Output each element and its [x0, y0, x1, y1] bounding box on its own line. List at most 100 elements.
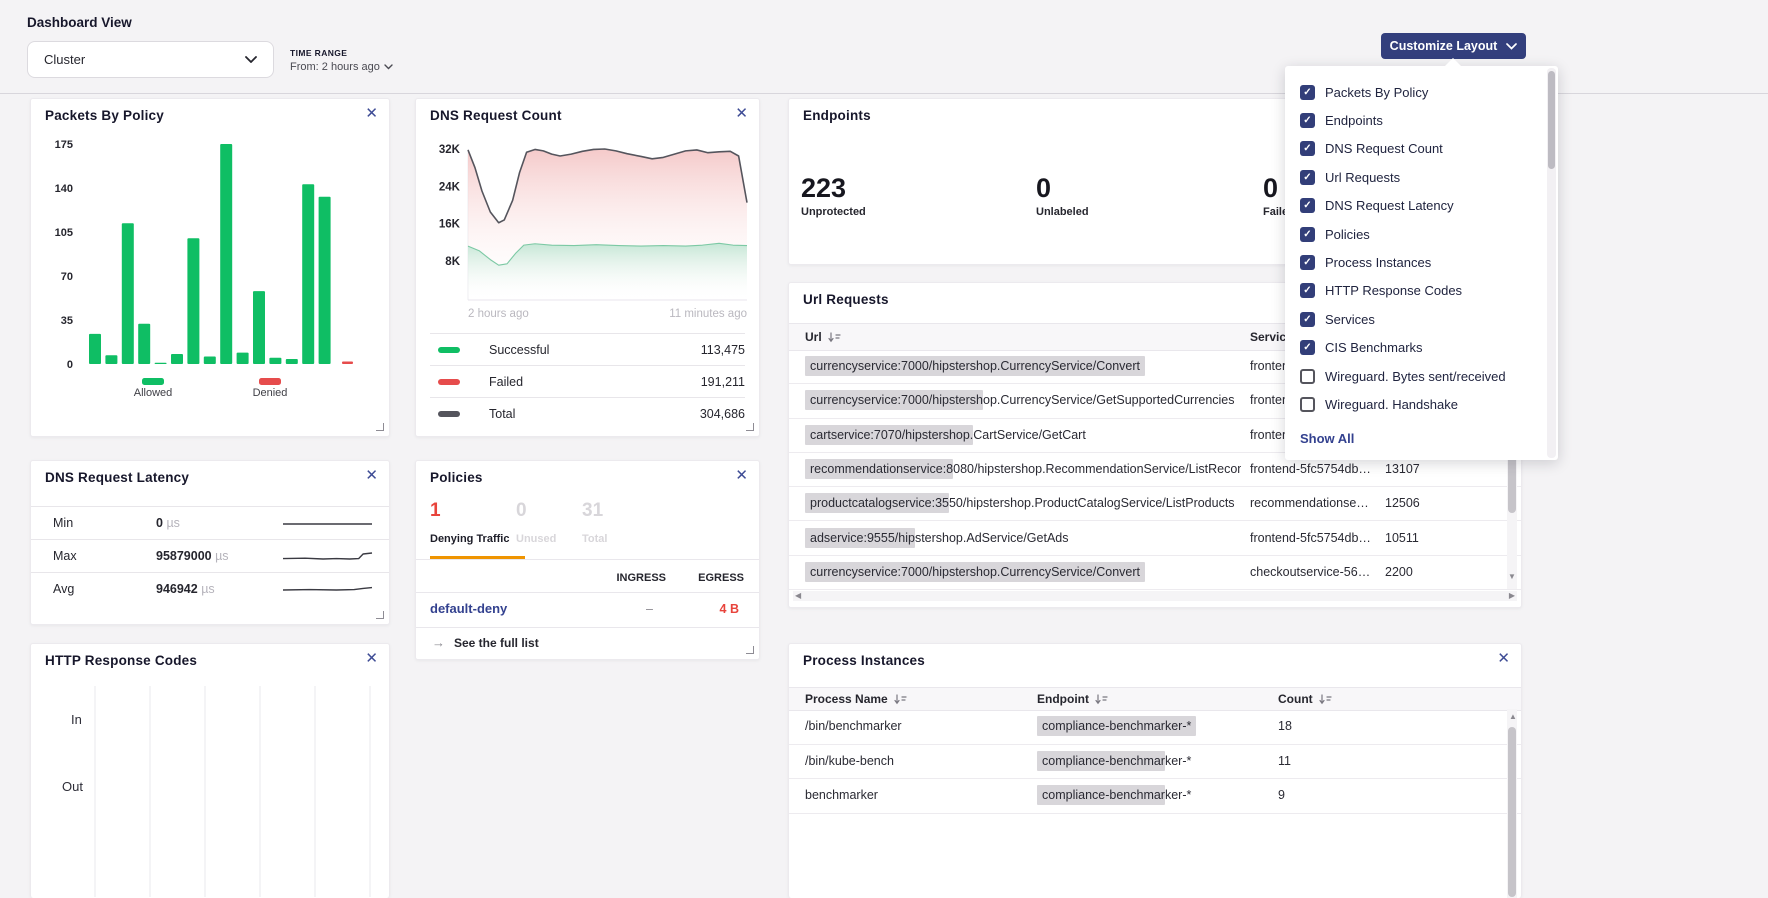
close-icon[interactable]: ✕ [365, 106, 378, 121]
close-icon[interactable]: ✕ [365, 651, 378, 666]
column-header-endpoint[interactable]: Endpoint [1037, 688, 1108, 710]
menu-item-label: HTTP Response Codes [1325, 283, 1462, 298]
view-select[interactable]: Cluster [27, 41, 274, 78]
resize-handle-icon[interactable] [746, 423, 754, 431]
menu-item-dns-request-latency[interactable]: ✓DNS Request Latency [1300, 192, 1454, 220]
menu-item-url-requests[interactable]: ✓ Url Requests [1300, 163, 1400, 191]
legend-label: Total [489, 407, 515, 421]
url-cell: currencyservice:7000/hipstershop.Currenc… [805, 383, 1241, 417]
latency-unit: µs [166, 516, 179, 530]
stat-label: Total [582, 533, 607, 545]
divider [416, 627, 759, 628]
view-select-value: Cluster [44, 52, 85, 67]
checkbox-checked-icon[interactable]: ✓ [1300, 170, 1315, 185]
see-full-list-link[interactable]: → See the full list [432, 635, 539, 650]
checkbox-checked-icon[interactable]: ✓ [1300, 85, 1315, 100]
scroll-left-icon[interactable]: ◀ [795, 592, 801, 600]
endpoint-highlight: compliance-benchmar [1037, 785, 1165, 805]
menu-item-endpoints[interactable]: ✓Endpoints [1300, 106, 1383, 134]
menu-item-process-instances[interactable]: ✓Process Instances [1300, 248, 1431, 276]
menu-item-label: Url Requests [1325, 170, 1400, 185]
checkbox-checked-icon[interactable]: ✓ [1300, 113, 1315, 128]
policy-link[interactable]: default-deny [430, 601, 507, 616]
stat-label: Unused [516, 533, 556, 545]
close-icon[interactable]: ✕ [735, 106, 748, 121]
svg-text:2 hours ago: 2 hours ago [468, 308, 529, 320]
time-range[interactable]: TIME RANGE From: 2 hours ago [290, 48, 393, 73]
policy-stat-denying-traffic[interactable]: 1Denying Traffic [430, 501, 509, 545]
url-request-row[interactable]: adservice:9555/hipstershop.AdService/Get… [789, 521, 1521, 556]
process-name-cell: /bin/kube-bench [805, 744, 1025, 779]
policy-stat-total[interactable]: 31Total [582, 501, 607, 545]
menu-item-dns-request-count[interactable]: ✓ DNS Request Count [1300, 135, 1443, 163]
menu-item-wireguard-bytes-sent-received[interactable]: Wireguard. Bytes sent/received [1300, 362, 1506, 390]
menu-item-label: DNS Request Count [1325, 141, 1443, 156]
checkbox-unchecked-icon[interactable] [1300, 397, 1315, 412]
count-cell: 2200 [1385, 555, 1445, 589]
vertical-scrollbar[interactable]: ▲ [1507, 709, 1517, 898]
scroll-right-icon[interactable]: ▶ [1509, 592, 1515, 600]
menu-item-services[interactable]: ✓Services [1300, 305, 1375, 333]
policy-egress-value: 4 B [720, 602, 739, 616]
sort-icon[interactable] [1095, 694, 1108, 705]
close-icon[interactable]: ✕ [735, 468, 748, 483]
menu-item-http-response-codes[interactable]: ✓ HTTP Response Codes [1300, 277, 1462, 305]
menu-item-policies[interactable]: ✓Policies [1300, 220, 1370, 248]
latency-unit: µs [201, 582, 214, 596]
card-policies: Policies ✕ 1Denying Traffic0Unused31Tota… [415, 460, 760, 660]
checkbox-checked-icon[interactable]: ✓ [1300, 340, 1315, 355]
resize-handle-icon[interactable] [376, 611, 384, 619]
resize-handle-icon[interactable] [376, 423, 384, 431]
checkbox-checked-icon[interactable]: ✓ [1300, 255, 1315, 270]
url-request-row[interactable]: productcatalogservice:3550/hipstershop.P… [789, 486, 1521, 521]
sort-icon[interactable] [1319, 694, 1332, 705]
egress-header: EGRESS [698, 572, 744, 584]
endpoint-rest: ker-* [1165, 788, 1191, 802]
close-icon[interactable]: ✕ [1497, 651, 1510, 666]
url-rest: 50/hipstershop.ProductCatalogService/Lis… [949, 496, 1235, 510]
scroll-up-icon[interactable]: ▲ [1509, 713, 1517, 721]
sort-icon[interactable] [828, 332, 841, 343]
customize-layout-label: Customize Layout [1390, 39, 1498, 53]
checkbox-checked-icon[interactable]: ✓ [1300, 283, 1315, 298]
latency-value: 95879000 µs [156, 549, 229, 563]
legend-label: Failed [489, 375, 523, 389]
process-instance-row[interactable]: /bin/kube-benchcompliance-benchmarker-*1… [789, 744, 1521, 780]
checkbox-checked-icon[interactable]: ✓ [1300, 227, 1315, 242]
checkbox-checked-icon[interactable]: ✓ [1300, 141, 1315, 156]
checkbox-unchecked-icon[interactable] [1300, 369, 1315, 384]
column-header-process-name[interactable]: Process Name [805, 688, 907, 710]
scroll-down-icon[interactable]: ▼ [1508, 573, 1516, 581]
legend-value: 304,686 [700, 407, 745, 421]
process-instance-row[interactable]: benchmarkercompliance-benchmarker-*9 [789, 778, 1521, 814]
checkbox-checked-icon[interactable]: ✓ [1300, 312, 1315, 327]
latency-row-min: Min0 µs [31, 506, 389, 540]
menu-item-wireguard-handshake[interactable]: Wireguard. Handshake [1300, 390, 1458, 418]
close-icon[interactable]: ✕ [365, 468, 378, 483]
policy-stat-unused[interactable]: 0Unused [516, 501, 556, 545]
column-header-count[interactable]: Count [1278, 688, 1332, 710]
menu-scrollbar[interactable] [1547, 68, 1556, 458]
process-instance-row[interactable]: /bin/benchmarkercompliance-benchmarker-*… [789, 709, 1521, 745]
show-all-link[interactable]: Show All [1300, 431, 1354, 446]
customize-layout-button[interactable]: Customize Layout [1381, 33, 1526, 59]
endpoint-highlight: compliance-benchmarker-* [1037, 716, 1196, 736]
checkbox-checked-icon[interactable]: ✓ [1300, 198, 1315, 213]
latency-sparkline [281, 512, 374, 536]
resize-handle-icon[interactable] [746, 646, 754, 654]
horizontal-scrollbar[interactable]: ◀ ▶ [793, 591, 1517, 601]
url-cell: currencyservice:7000/hipstershop.Currenc… [805, 349, 1241, 383]
url-request-row[interactable]: currencyservice:7000/hipstershop.Currenc… [789, 555, 1521, 590]
row-label-out: Out [62, 779, 83, 794]
stat-label: Denying Traffic [430, 533, 509, 545]
service-cell: recommendationse… [1250, 486, 1378, 520]
chevron-down-icon [384, 64, 393, 70]
menu-item-label: Packets By Policy [1325, 85, 1428, 100]
stat-value: 0 [1036, 175, 1089, 202]
url-highlight: cartservice:7070/hipstershop. [805, 425, 973, 445]
sort-icon[interactable] [894, 694, 907, 705]
menu-item-cis-benchmarks[interactable]: ✓CIS Benchmarks [1300, 334, 1423, 362]
column-header-url[interactable]: Url [805, 324, 841, 350]
menu-item-packets-by-policy[interactable]: ✓ Packets By Policy [1300, 78, 1428, 106]
svg-text:105: 105 [55, 227, 73, 239]
